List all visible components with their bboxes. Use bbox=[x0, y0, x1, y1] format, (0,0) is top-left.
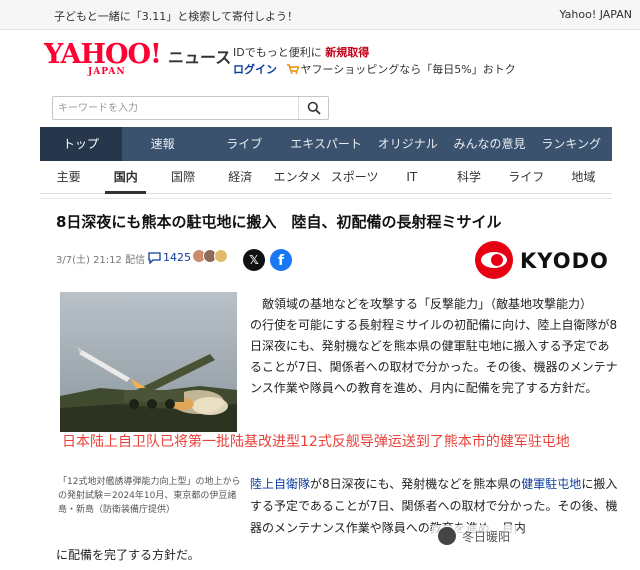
top-promo-bar: 子どもと一緒に「3.11」と検索して寄付しよう！ Yahoo! JAPAN bbox=[0, 0, 640, 30]
paragraph-text: が8日深夜にも、発射機などを熊本県の bbox=[310, 477, 522, 491]
yahoo-japan-link[interactable]: Yahoo! JAPAN bbox=[559, 8, 632, 21]
search-box bbox=[52, 96, 329, 120]
link-kengun-camp[interactable]: 健軍駐屯地 bbox=[521, 477, 581, 491]
section-divider bbox=[40, 198, 612, 199]
overlay-caption: 日本陆上自卫队已将第一批陆基改进型12式反舰导弹运送到了熊本市的健军驻屯地 bbox=[62, 434, 570, 450]
category-it[interactable]: IT bbox=[383, 162, 440, 193]
watermark-text: 冬日暖阳 bbox=[462, 529, 511, 544]
search-input[interactable] bbox=[54, 98, 298, 118]
login-link[interactable]: ログイン bbox=[233, 63, 277, 76]
search-button[interactable] bbox=[298, 97, 328, 119]
comment-icon bbox=[148, 251, 161, 264]
link-gsdf[interactable]: 陸上自衛隊 bbox=[250, 477, 310, 491]
comment-count: 1425 bbox=[163, 251, 191, 264]
yahoo-japan-logo[interactable]: YAHOO! JAPAN bbox=[44, 39, 164, 78]
tab-live[interactable]: ライブ bbox=[203, 127, 285, 161]
news-section-label[interactable]: ニュース bbox=[168, 44, 231, 68]
category-international[interactable]: 国際 bbox=[154, 162, 211, 193]
id-promo-text: IDでもっと便利に bbox=[233, 46, 322, 59]
article-photo[interactable] bbox=[60, 292, 237, 432]
main-nav: トップ 速報 ライブ エキスパート オリジナル みんなの意見 ランキング bbox=[40, 127, 612, 161]
article-paragraph-end: に配備を完了する方針だ。 bbox=[56, 548, 200, 562]
share-x-button[interactable]: 𝕏 bbox=[243, 249, 265, 271]
delivery-label: 配信 bbox=[125, 255, 146, 266]
logo-sub: JAPAN bbox=[88, 67, 126, 77]
logo-wordmark: YAHOO! bbox=[44, 39, 162, 70]
tab-original[interactable]: オリジナル bbox=[367, 127, 449, 161]
tab-expert[interactable]: エキスパート bbox=[285, 127, 367, 161]
shopping-promo-link[interactable]: ヤフーショッピングなら「毎日5%」おトク bbox=[286, 63, 516, 76]
category-domestic[interactable]: 国内 bbox=[97, 162, 154, 194]
x-logo-icon: 𝕏 bbox=[249, 253, 259, 267]
category-economy[interactable]: 経済 bbox=[212, 162, 269, 193]
source-logo[interactable]: KYODO bbox=[474, 240, 614, 280]
paragraph-line: 敵領域の基地などを攻撃する「反撃能力」（敵基地攻撃能力） bbox=[262, 297, 593, 311]
cart-icon bbox=[286, 64, 299, 74]
tab-top[interactable]: トップ bbox=[40, 127, 122, 161]
facebook-icon: f bbox=[277, 253, 285, 269]
tab-ranking[interactable]: ランキング bbox=[530, 127, 612, 161]
tab-breaking[interactable]: 速報 bbox=[122, 127, 204, 161]
avatar bbox=[214, 249, 228, 263]
shopping-promo-text: ヤフーショッピングなら「毎日5%」おトク bbox=[300, 63, 516, 76]
article-paragraph-1: 敵領域の基地などを攻撃する「反撃能力」（敵基地攻撃能力） の行使を可能にする長射… bbox=[250, 294, 618, 399]
paragraph-text: の行使を可能にする長射程ミサイルの初配備に向け、陸上自衛隊が8日深夜にも、発射機… bbox=[250, 318, 618, 395]
category-entertainment[interactable]: エンタメ bbox=[269, 162, 326, 193]
comment-link[interactable]: 1425 bbox=[148, 251, 191, 264]
source-name: KYODO bbox=[520, 249, 609, 273]
article-date: 3/7(土) 21:12 bbox=[56, 255, 122, 266]
donation-promo-link[interactable]: 子どもと一緒に「3.11」と検索して寄付しよう！ bbox=[54, 8, 298, 24]
watermark: 冬日暖阳 bbox=[432, 525, 517, 547]
article-meta: 3/7(土) 21:12 配信 bbox=[56, 251, 145, 266]
tab-opinions[interactable]: みんなの意見 bbox=[449, 127, 531, 161]
category-region[interactable]: 地域 bbox=[555, 162, 612, 193]
reaction-avatars[interactable] bbox=[192, 249, 228, 263]
share-facebook-button[interactable]: f bbox=[270, 249, 292, 271]
category-life[interactable]: ライフ bbox=[498, 162, 555, 193]
id-promo: IDでもっと便利に 新規取得 bbox=[233, 44, 516, 61]
article-title: 8日深夜にも熊本の駐屯地に搬入 陸自、初配備の長射程ミサイル bbox=[56, 213, 502, 231]
missile-launch-image bbox=[60, 292, 237, 432]
kyodo-logo-icon bbox=[475, 241, 513, 279]
category-nav: 主要 国内 国際 経済 エンタメ スポーツ IT 科学 ライフ 地域 bbox=[40, 162, 612, 194]
register-link[interactable]: 新規取得 bbox=[325, 46, 369, 59]
search-icon bbox=[307, 101, 321, 115]
photo-caption: 「12式地対艦誘導弾能力向上型」の地上からの発射試験＝2024年10月、東京都の… bbox=[58, 477, 241, 515]
watermark-avatar-icon bbox=[438, 527, 456, 545]
category-science[interactable]: 科学 bbox=[440, 162, 497, 193]
category-main[interactable]: 主要 bbox=[40, 162, 97, 193]
account-area: IDでもっと便利に 新規取得 ログイン ヤフーショッピングなら「毎日5%」おトク bbox=[233, 44, 516, 78]
category-sports[interactable]: スポーツ bbox=[326, 162, 383, 193]
